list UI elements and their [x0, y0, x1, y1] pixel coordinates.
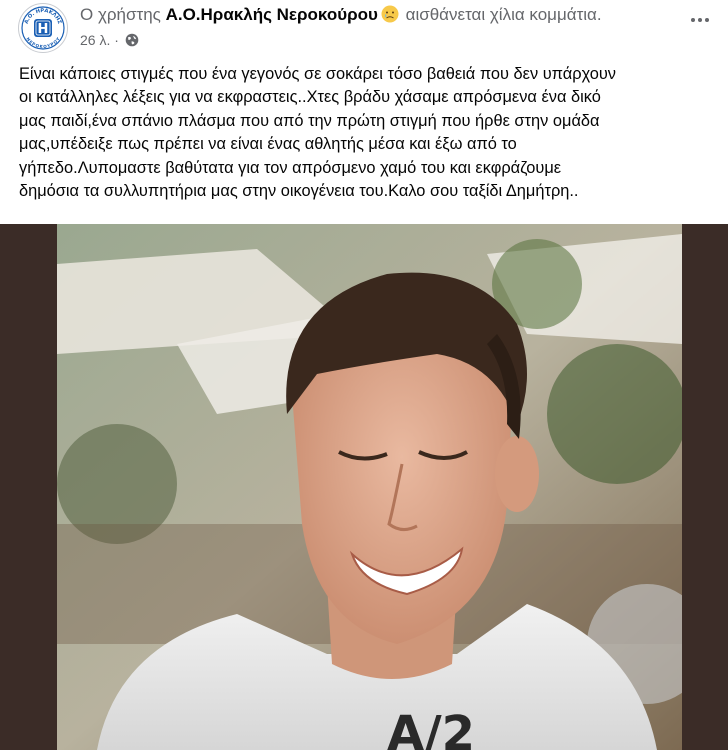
logo-letter: H [38, 22, 49, 37]
club-logo: Α.Ο. ΗΡΑΚΛΗΣ ΝΕΡΟΚΟΥΡΟΥ H [20, 5, 66, 51]
post-meta: 26 λ. · [80, 31, 139, 49]
shirt-print-text: A/2 [387, 706, 475, 750]
post-body-text: Είναι κάποιες στιγμές που ένα γεγονός σε… [19, 65, 617, 201]
page-avatar[interactable]: Α.Ο. ΗΡΑΚΛΗΣ ΝΕΡΟΚΟΥΡΟΥ H [18, 3, 68, 53]
feeling-text: αισθάνεται χίλια κομμάτια. [400, 5, 602, 24]
post-header: Α.Ο. ΗΡΑΚΛΗΣ ΝΕΡΟΚΟΥΡΟΥ H Ο χρήστης Α.Ο.… [0, 0, 728, 58]
header-prefix: Ο χρήστης [80, 5, 166, 24]
page-name-link[interactable]: Α.Ο.Ηρακλής Νεροκούρου [166, 5, 378, 24]
post-photo-frame[interactable]: A/2 [0, 224, 728, 750]
more-options-button[interactable] [686, 10, 714, 30]
dot-icon [705, 18, 709, 22]
dot-icon [698, 18, 702, 22]
broken-heart-face-icon [381, 5, 399, 23]
dot-icon [691, 18, 695, 22]
memorial-photo: A/2 [57, 224, 682, 750]
globe-icon[interactable] [125, 33, 139, 47]
post-photo[interactable]: A/2 [57, 224, 682, 750]
post-header-line: Ο χρήστης Α.Ο.Ηρακλής Νεροκούρου αισθάνε… [80, 5, 602, 25]
post-timestamp[interactable]: 26 λ. · [80, 32, 123, 48]
